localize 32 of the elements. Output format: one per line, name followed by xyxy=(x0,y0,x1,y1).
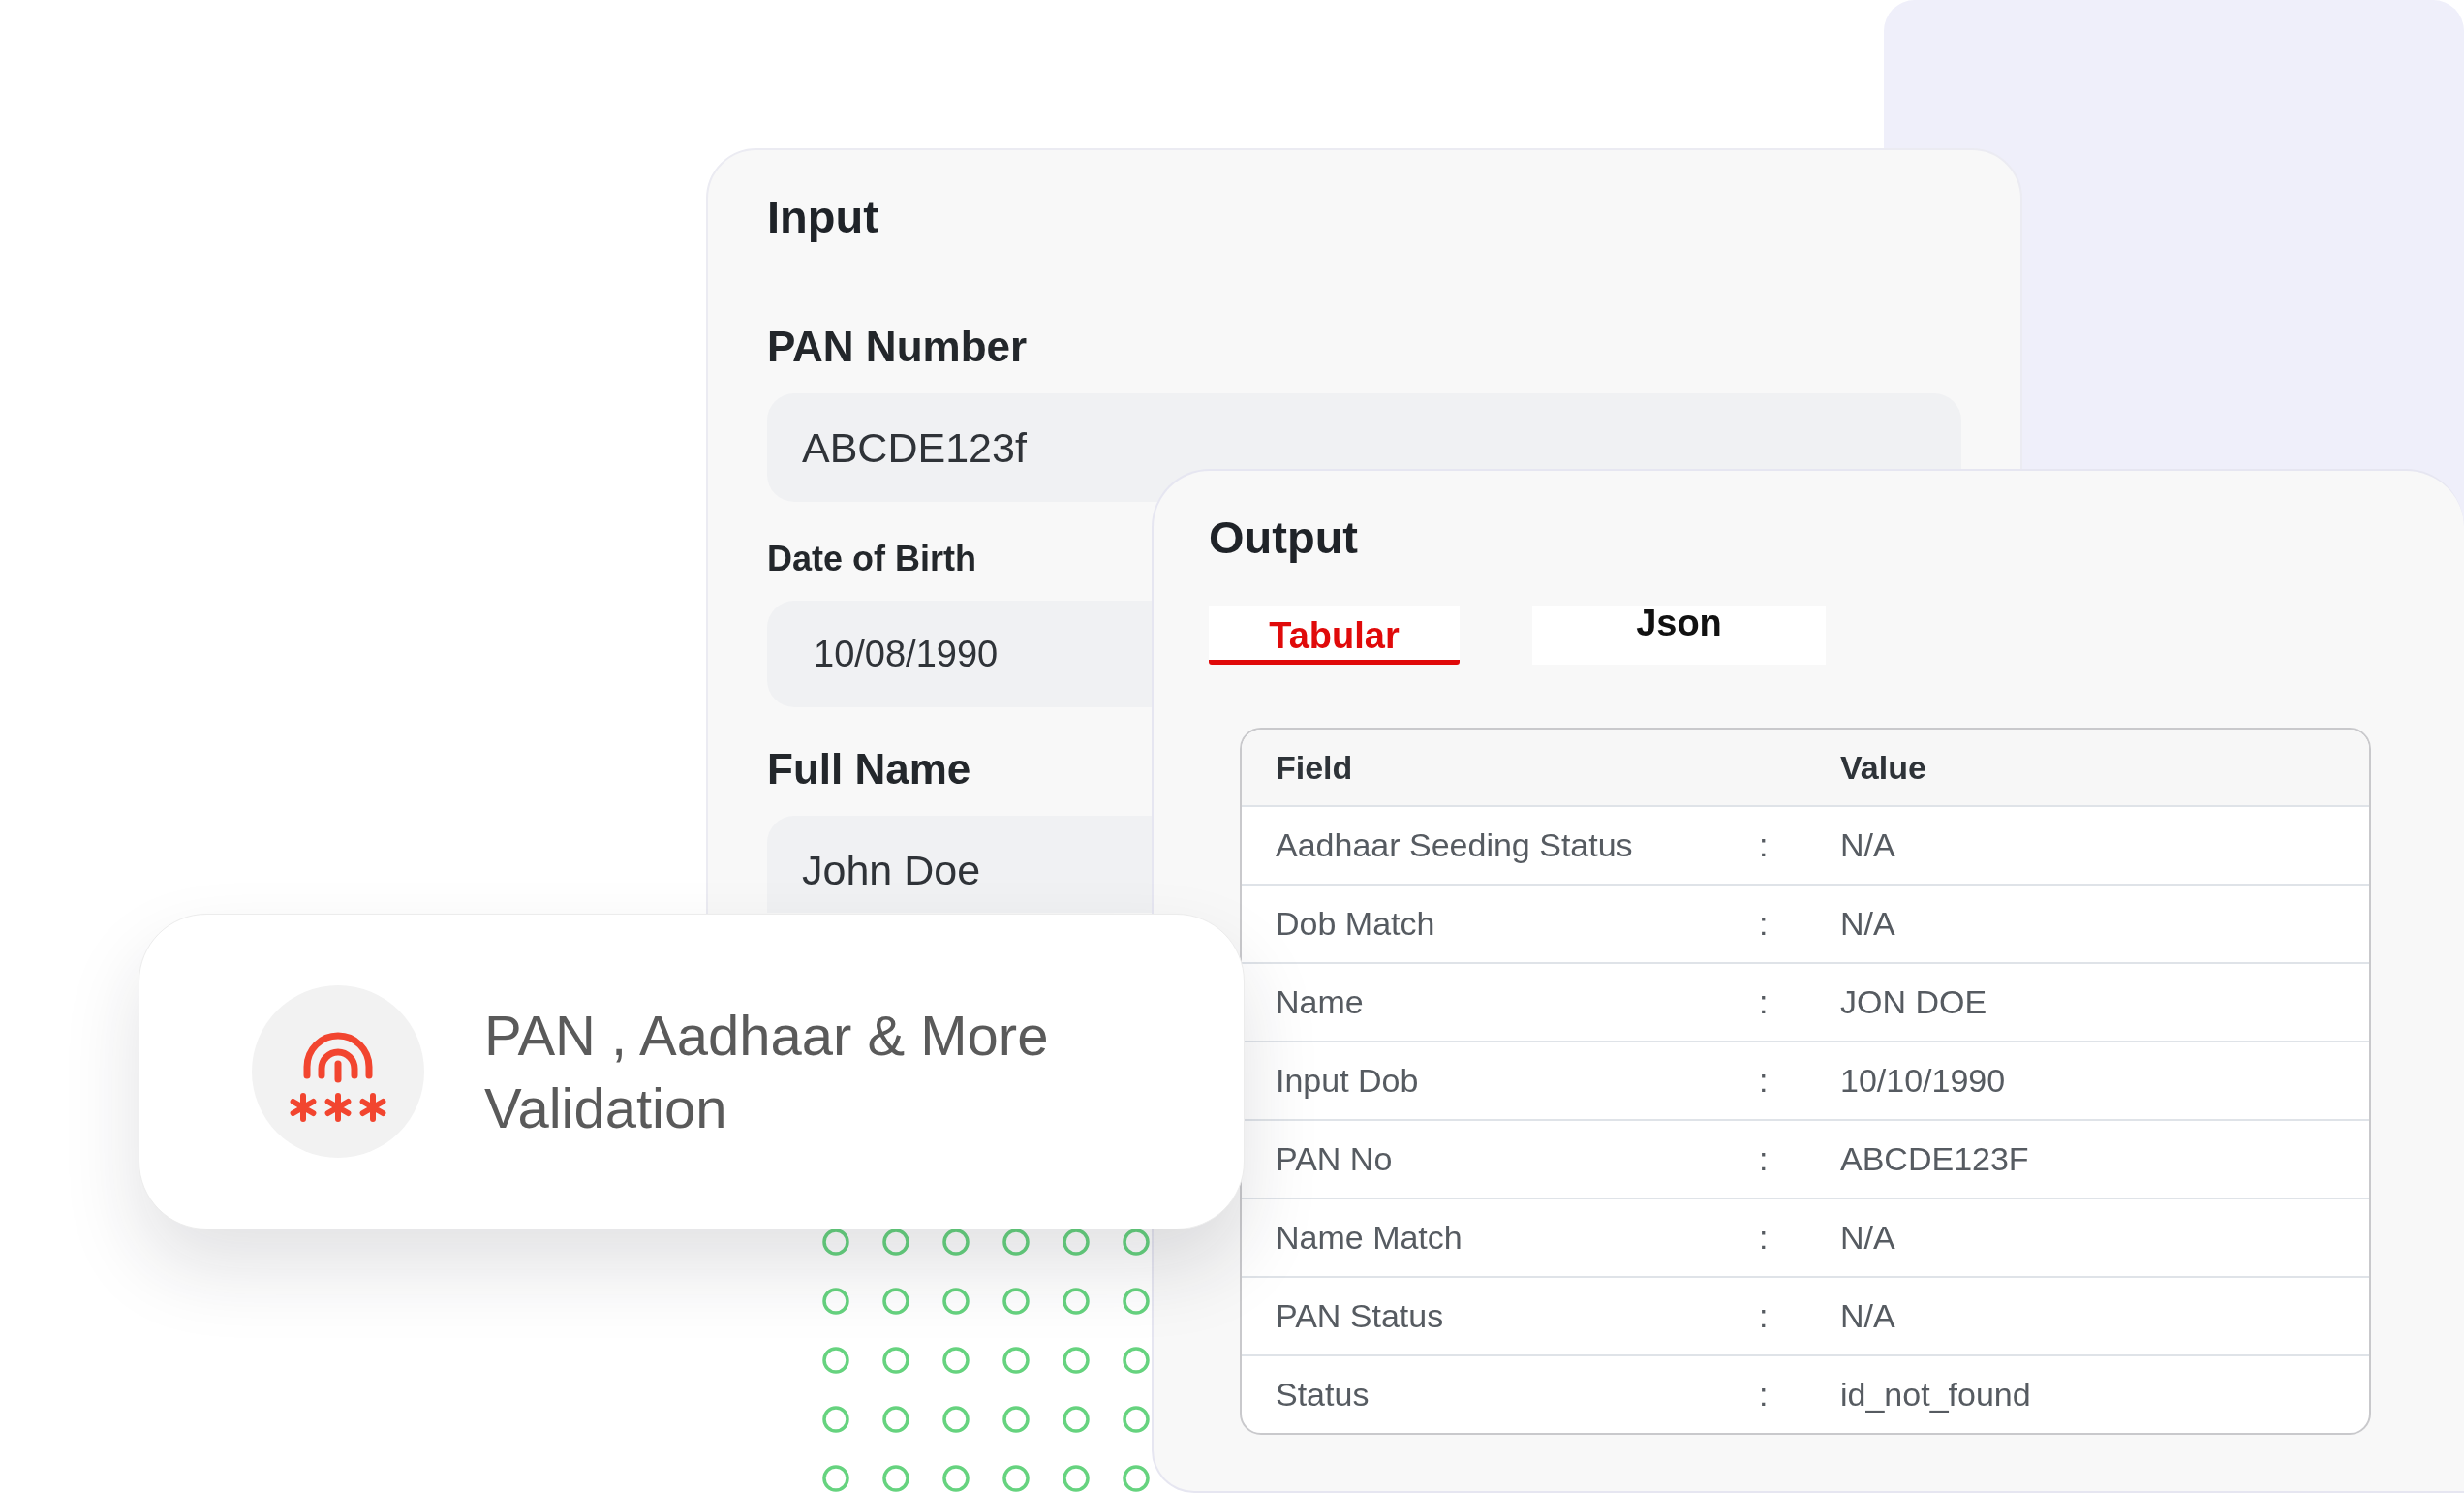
colon-separator: : xyxy=(1759,826,1769,864)
table-cell: Status xyxy=(1276,1376,1370,1414)
table-cell: Aadhaar Seeding Status xyxy=(1276,826,1633,864)
panel-title: Output xyxy=(1209,511,1358,565)
table-cell: N/A xyxy=(1840,1219,1895,1257)
table-header-cell: Field xyxy=(1276,748,1353,787)
table-cell: N/A xyxy=(1840,1297,1895,1335)
table-cell: Dob Match xyxy=(1276,905,1435,943)
field-label: Full Name xyxy=(767,744,971,794)
colon-separator: : xyxy=(1759,1297,1769,1335)
panel-title: Input xyxy=(767,190,878,244)
table-cell: ABCDE123F xyxy=(1840,1140,2029,1178)
table-cell: N/A xyxy=(1840,905,1895,943)
table-cell: id_not_found xyxy=(1840,1376,2031,1414)
feature-title: PAN , Aadhaar & More Validation xyxy=(484,1003,1050,1141)
colon-separator: : xyxy=(1759,1376,1769,1414)
colon-separator: : xyxy=(1759,1062,1769,1100)
table-cell: PAN No xyxy=(1276,1140,1393,1178)
table-cell: Name Match xyxy=(1276,1219,1463,1257)
colon-separator: : xyxy=(1759,905,1769,943)
colon-separator: : xyxy=(1759,1140,1769,1178)
table-header-cell: Value xyxy=(1840,748,1926,787)
field-label: PAN Number xyxy=(767,322,1028,372)
table-cell: Input Dob xyxy=(1276,1062,1419,1100)
colon-separator: : xyxy=(1759,1219,1769,1257)
field-label: Date of Birth xyxy=(767,538,976,580)
table-cell: JON DOE xyxy=(1840,983,1987,1021)
table-cell: 10/10/1990 xyxy=(1840,1062,2006,1100)
colon-separator: : xyxy=(1759,983,1769,1021)
table-cell: N/A xyxy=(1840,826,1895,864)
table-cell: Name xyxy=(1276,983,1364,1021)
table-cell: PAN Status xyxy=(1276,1297,1444,1335)
